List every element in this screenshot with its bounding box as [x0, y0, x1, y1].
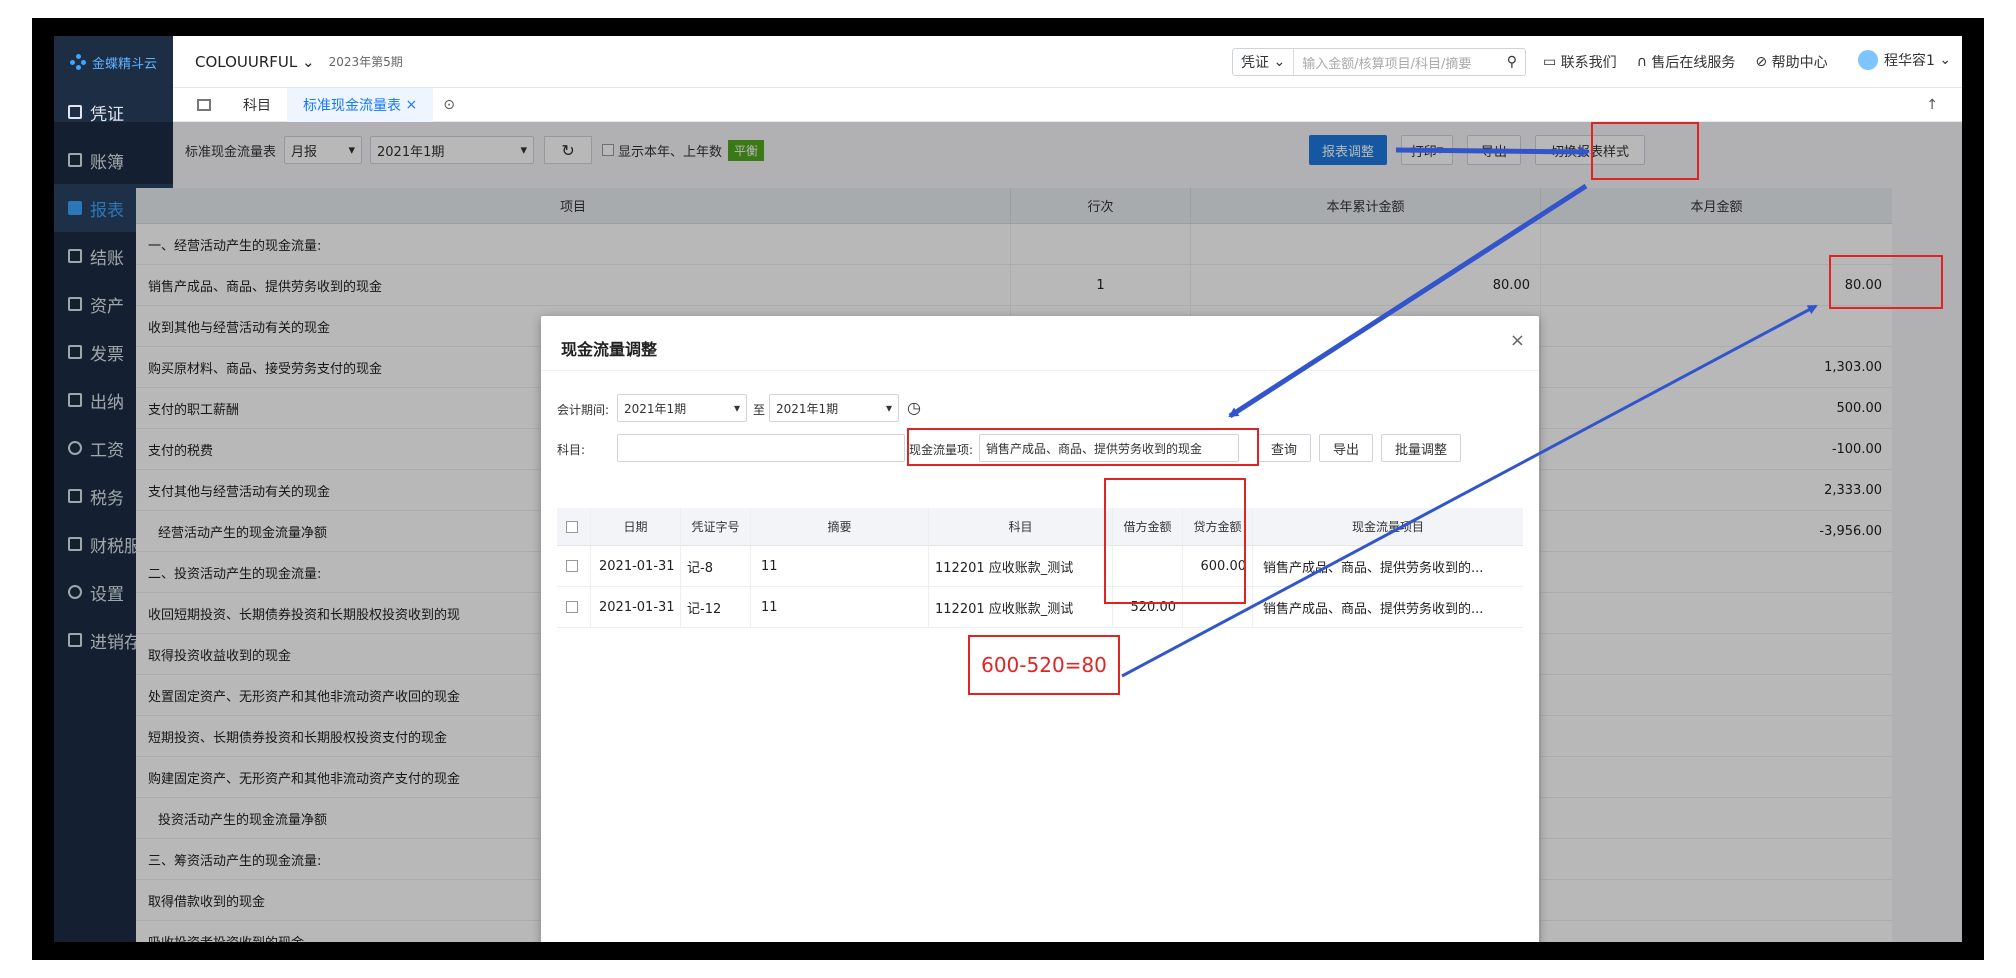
- cell-account: 112201 应收账款_测试: [929, 546, 1113, 586]
- contact-label: 联系我们: [1560, 55, 1617, 71]
- home-icon[interactable]: [197, 98, 211, 111]
- cell-cashflow-item: 销售产成品、商品、提供劳务收到的...: [1263, 560, 1484, 576]
- cell-voucher: 记-12: [681, 587, 751, 627]
- dialog-divider: [541, 370, 1539, 371]
- sidebar-item-label: 凭证: [90, 104, 124, 125]
- top-links: ▭ 联系我们 ∩ 售后在线服务 ⊘ 帮助中心: [1543, 52, 1828, 72]
- tab-label: 科目: [243, 97, 271, 114]
- brand-name: 金蝶精斗云: [92, 56, 158, 72]
- voucher-row[interactable]: 2021-01-31 记-12 11 112201 应收账款_测试 520.00 销售产成…: [557, 587, 1523, 628]
- caret-down-icon: ▾: [885, 401, 892, 415]
- service-label: 售后在线服务: [1651, 55, 1736, 71]
- tab-label: 标准现金流量表: [303, 97, 401, 114]
- dialog-title: 现金流量调整: [561, 340, 658, 359]
- col-cashflow-item: 现金流量项目: [1351, 520, 1424, 534]
- batch-adjust-button[interactable]: 批量调整: [1381, 434, 1461, 462]
- cell-summary: 11: [751, 546, 929, 586]
- arrow-up-icon[interactable]: ↑: [1926, 97, 1938, 113]
- to-label: 至: [753, 403, 766, 417]
- col-date: 日期: [591, 508, 681, 545]
- history-icon[interactable]: ⊙: [443, 97, 455, 113]
- company-selector[interactable]: COLOUURFUL ⌄: [195, 53, 315, 71]
- account-input[interactable]: [617, 434, 905, 462]
- search-icon[interactable]: ⚲: [1499, 54, 1525, 70]
- period-from-select[interactable]: 2021年1期 ▾: [617, 394, 747, 422]
- clock-icon[interactable]: ◷: [907, 398, 921, 417]
- chevron-down-icon: ⌄: [302, 52, 315, 71]
- select-all-checkbox[interactable]: [565, 520, 578, 533]
- highlight-cashflow-item: [907, 428, 1259, 466]
- service-link[interactable]: ∩ 售后在线服务: [1637, 52, 1736, 72]
- help-label: 帮助中心: [1771, 55, 1828, 71]
- avatar: [1858, 50, 1878, 70]
- message-icon: ▭: [1543, 54, 1561, 70]
- search-type-value: 凭证: [1241, 55, 1269, 71]
- cell-date: 2021-01-31: [591, 546, 681, 586]
- select-all-cell: [557, 508, 591, 545]
- row-select-cell: [557, 546, 591, 586]
- col-account: 科目: [929, 508, 1113, 545]
- row-checkbox[interactable]: [565, 601, 578, 613]
- tab-cashflow-report[interactable]: 标准现金流量表 ×: [287, 87, 434, 122]
- user-menu[interactable]: 程华容1 ⌄: [1858, 50, 1951, 70]
- user-name: 程华容1: [1884, 53, 1935, 69]
- cell-date: 2021-01-31: [591, 587, 681, 627]
- top-bar: COLOUURFUL ⌄ 2023年第5期 凭证 ⌄ 输入金额/核算项目/科目/…: [173, 36, 1962, 88]
- cell-summary: 11: [751, 587, 929, 627]
- calc-note: 600-520=80: [968, 635, 1120, 695]
- search-type-select[interactable]: 凭证 ⌄: [1233, 49, 1295, 75]
- chevron-down-icon: ⌄: [1934, 52, 1952, 68]
- highlight-debit-credit: [1104, 478, 1246, 604]
- voucher-icon: [68, 105, 82, 119]
- row-checkbox[interactable]: [565, 560, 578, 572]
- logo-icon: [70, 54, 86, 70]
- tab-accounts[interactable]: 科目: [227, 88, 287, 122]
- voucher-row[interactable]: 2021-01-31 记-8 11 112201 应收账款_测试 600.00 销售产成品…: [557, 546, 1523, 587]
- voucher-table: 日期 凭证字号 摘要 科目 借方金额 贷方金额 现金流量项目 2021-01-3…: [557, 508, 1523, 628]
- cell-voucher: 记-8: [681, 546, 751, 586]
- chevron-down-icon: ⌄: [1273, 54, 1286, 70]
- company-name: COLOUURFUL: [195, 52, 298, 71]
- help-link[interactable]: ⊘ 帮助中心: [1755, 52, 1827, 72]
- period-from-value: 2021年1期: [624, 401, 687, 416]
- highlight-month-amount: [1829, 255, 1943, 309]
- period-to-value: 2021年1期: [776, 401, 839, 416]
- close-icon[interactable]: ×: [405, 97, 417, 113]
- brand-logo: 金蝶精斗云: [54, 36, 173, 88]
- close-icon[interactable]: ×: [1510, 330, 1525, 351]
- tab-bar: 科目 标准现金流量表 × ⊙ ↑: [173, 87, 1962, 122]
- headset-icon: ∩: [1636, 54, 1652, 70]
- screenshot-frame: 金蝶精斗云 凭证 账簿 报表 结账 资产 发票 出纳 工资 税务 财税服务 设置…: [0, 0, 2016, 978]
- highlight-adjust-button: [1591, 122, 1699, 180]
- search-input[interactable]: 输入金额/核算项目/科目/摘要: [1294, 53, 1499, 72]
- current-period: 2023年第5期: [328, 55, 403, 69]
- period-to-select[interactable]: 2021年1期 ▾: [769, 394, 899, 422]
- global-search: 凭证 ⌄ 输入金额/核算项目/科目/摘要 ⚲: [1232, 48, 1526, 76]
- dialog-export-button[interactable]: 导出: [1319, 434, 1373, 462]
- caret-down-icon: ▾: [733, 401, 740, 415]
- col-voucher: 凭证字号: [681, 508, 751, 545]
- cell-account: 112201 应收账款_测试: [929, 587, 1113, 627]
- query-button[interactable]: 查询: [1257, 434, 1311, 462]
- contact-link[interactable]: ▭ 联系我们: [1543, 52, 1617, 72]
- voucher-rows: 2021-01-31 记-8 11 112201 应收账款_测试 600.00 销售产成品…: [557, 546, 1523, 628]
- cell-cashflow-item: 销售产成品、商品、提供劳务收到的...: [1263, 601, 1484, 617]
- compass-icon: ⊘: [1755, 54, 1772, 70]
- period-label: 会计期间:: [557, 403, 610, 417]
- voucher-table-header: 日期 凭证字号 摘要 科目 借方金额 贷方金额 现金流量项目: [557, 508, 1523, 546]
- col-summary: 摘要: [751, 508, 929, 545]
- row-select-cell: [557, 587, 591, 627]
- cashflow-adjust-dialog: 现金流量调整 × 会计期间: 2021年1期 ▾ 至 2021年1期 ▾ ◷ 科目:…: [541, 316, 1539, 942]
- account-label: 科目:: [557, 443, 586, 457]
